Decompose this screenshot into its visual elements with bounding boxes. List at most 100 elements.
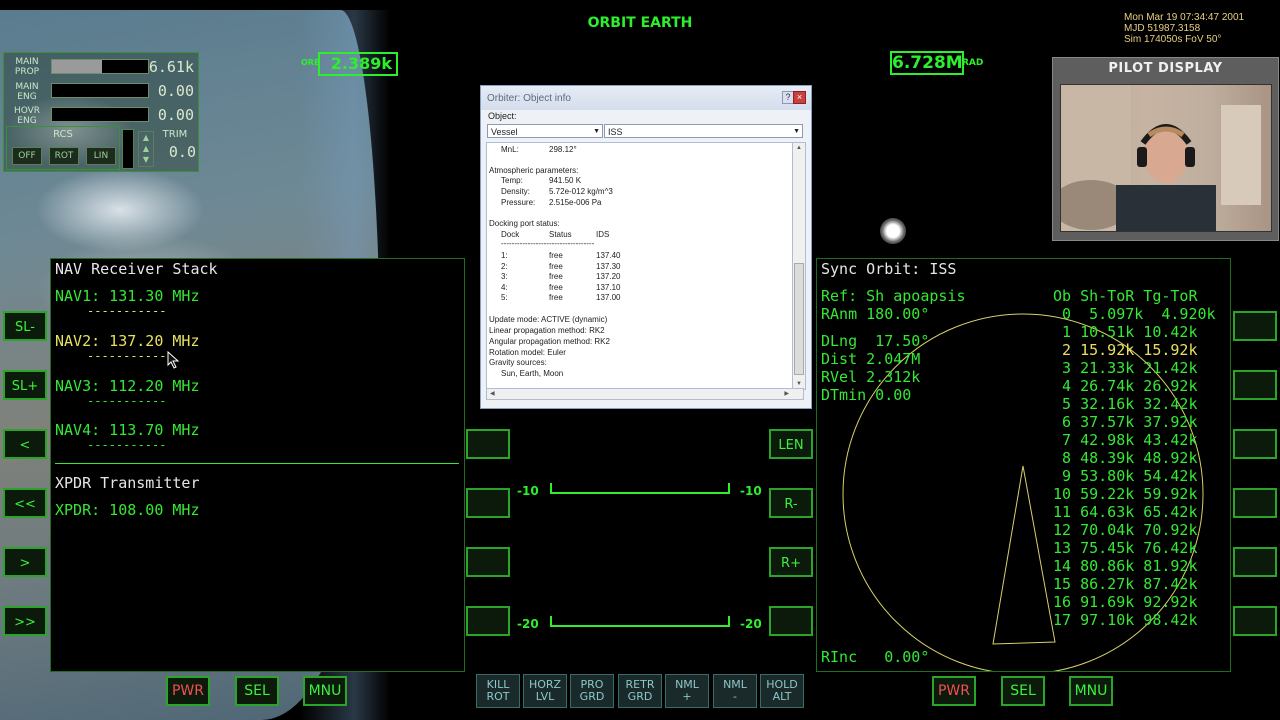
dock-status: free bbox=[549, 261, 563, 271]
sun bbox=[880, 218, 906, 244]
linear-propagation: Linear propagation method: RK2 bbox=[489, 326, 605, 335]
retrograde-button[interactable]: RETR GRD bbox=[618, 674, 662, 708]
next-button[interactable]: > bbox=[3, 547, 47, 577]
dock-status: free bbox=[549, 282, 563, 292]
xpdr-title: XPDR Transmitter bbox=[55, 474, 200, 492]
pitch-neg20-left: -20 bbox=[517, 617, 539, 631]
sl-minus-button[interactable]: SL- bbox=[3, 311, 47, 341]
left-mnu-button[interactable]: MNU bbox=[303, 676, 347, 706]
orbit-table-row: 17 97.10k 98.42k bbox=[1053, 611, 1198, 629]
len-button[interactable]: LEN bbox=[769, 429, 813, 459]
horz-lvl-button[interactable]: HORZ LVL bbox=[523, 674, 567, 708]
nav4-line[interactable]: NAV4: 113.70 MHz bbox=[55, 421, 200, 439]
right-mfd-left-button-6[interactable] bbox=[769, 606, 813, 636]
section-divider bbox=[55, 463, 459, 464]
hovr-eng-label: HOVR ENG bbox=[13, 106, 41, 126]
object-name-select[interactable]: ISS ▼ bbox=[604, 124, 803, 138]
right-mfd-right-button-3[interactable] bbox=[1233, 429, 1277, 459]
normal-minus-button[interactable]: NML - bbox=[713, 674, 757, 708]
rcs-off-button[interactable]: OFF bbox=[12, 147, 42, 165]
vertical-scrollbar[interactable]: ▲ ▼ bbox=[792, 142, 806, 390]
right-mnu-button[interactable]: MNU bbox=[1069, 676, 1113, 706]
orbit-table-row: 11 64.63k 65.42k bbox=[1053, 503, 1198, 521]
nav4-dashes: ----------- bbox=[87, 438, 167, 452]
hold-alt-button[interactable]: HOLD ALT bbox=[760, 674, 804, 708]
next-fast-button[interactable]: >> bbox=[3, 606, 47, 636]
orbit-table-row: 7 42.98k 43.42k bbox=[1053, 431, 1198, 449]
dock-status: free bbox=[549, 251, 563, 260]
rcs-lin-button[interactable]: LIN bbox=[86, 147, 116, 165]
prev-fast-button[interactable]: << bbox=[3, 488, 47, 518]
dock-status: free bbox=[549, 293, 563, 302]
left-sel-button[interactable]: SEL bbox=[235, 676, 279, 706]
retrograde-line2: GRD bbox=[627, 690, 653, 703]
scroll-down-icon[interactable]: ▼ bbox=[794, 381, 804, 387]
pressure-label: Pressure: bbox=[501, 198, 536, 207]
scroll-thumb[interactable] bbox=[794, 263, 804, 375]
horz-lvl-line2: LVL bbox=[535, 690, 555, 703]
left-mfd-right-button-5[interactable] bbox=[466, 547, 510, 577]
pitch-neg10-left: -10 bbox=[517, 484, 539, 498]
left-pwr-button[interactable]: PWR bbox=[166, 676, 210, 706]
pressure-value: 2.515e-006 Pa bbox=[549, 198, 602, 207]
prograde-button[interactable]: PRO GRD bbox=[570, 674, 614, 708]
main-eng-value: 0.00 bbox=[157, 82, 194, 100]
right-mfd-right-button-1[interactable] bbox=[1233, 311, 1277, 341]
r-minus-button[interactable]: R- bbox=[769, 488, 813, 518]
prograde-line2: GRD bbox=[579, 690, 605, 703]
orbit-table-row: 0 5.097k 4.920k bbox=[1053, 305, 1216, 323]
left-mfd-right-button-4[interactable] bbox=[466, 488, 510, 518]
object-type-select[interactable]: Vessel ▼ bbox=[487, 124, 603, 138]
scroll-right-icon[interactable]: ▶ bbox=[784, 390, 789, 397]
orbit-table-row: 13 75.45k 76.42k bbox=[1053, 539, 1198, 557]
right-mfd-right-button-6[interactable] bbox=[1233, 606, 1277, 636]
right-mfd-right-button-4[interactable] bbox=[1233, 488, 1277, 518]
dock-col-ids: IDS bbox=[596, 230, 610, 239]
pitch-line-neg10 bbox=[550, 483, 730, 494]
nav3-line[interactable]: NAV3: 112.20 MHz bbox=[55, 377, 200, 395]
prev-button[interactable]: < bbox=[3, 429, 47, 459]
dock-ids: 137.30 bbox=[596, 261, 621, 271]
mjd-line: MJD 51987.3158 bbox=[1124, 23, 1201, 34]
right-mfd-right-button-5[interactable] bbox=[1233, 547, 1277, 577]
object-label: Object: bbox=[488, 111, 517, 121]
trim-slider[interactable] bbox=[122, 129, 134, 169]
nav2-line[interactable]: NAV2: 137.20 MHz bbox=[55, 332, 200, 350]
right-sel-button[interactable]: SEL bbox=[1001, 676, 1045, 706]
dtmin-line: DTmin 0.00 bbox=[821, 386, 912, 404]
density-label: Density: bbox=[501, 187, 530, 196]
gravity-list: Sun, Earth, Moon bbox=[501, 369, 564, 378]
trim-value: 0.0 bbox=[168, 143, 196, 161]
dialog-titlebar[interactable]: Orbiter: Object info ? × bbox=[481, 86, 811, 110]
dist-line: Dist 2.047M bbox=[821, 350, 921, 368]
rcs-rot-button[interactable]: ROT bbox=[49, 147, 79, 165]
webcam-image bbox=[1061, 85, 1261, 231]
r-plus-button[interactable]: R+ bbox=[769, 547, 813, 577]
kill-rot-button[interactable]: KILL ROT bbox=[476, 674, 520, 708]
right-pwr-button[interactable]: PWR bbox=[932, 676, 976, 706]
left-mfd: NAV Receiver Stack NAV1: 131.30 MHz ----… bbox=[50, 258, 465, 672]
orbit-table-row: 1 10.51k 10.42k bbox=[1053, 323, 1198, 341]
scroll-up-icon[interactable]: ▲ bbox=[794, 145, 804, 151]
ranm-line: RAnm 180.00° bbox=[821, 305, 930, 323]
scroll-left-icon[interactable]: ◀ bbox=[490, 390, 495, 397]
horizontal-scrollbar[interactable]: ◀ ▶ bbox=[486, 388, 804, 400]
webcam-feed bbox=[1060, 84, 1272, 232]
left-mfd-right-button-6[interactable] bbox=[466, 606, 510, 636]
dock-ids: 137.10 bbox=[596, 282, 621, 292]
trim-label: TRIM bbox=[162, 129, 188, 140]
orbit-table-row: 3 21.33k 21.42k bbox=[1053, 359, 1198, 377]
mnl-value: 298.12° bbox=[549, 145, 577, 154]
density-value: 5.72e-012 kg/m^3 bbox=[549, 187, 613, 196]
normal-plus-button[interactable]: NML + bbox=[665, 674, 709, 708]
trim-arrows[interactable]: ▲ ▲ ▼ bbox=[138, 131, 154, 167]
close-icon[interactable]: × bbox=[793, 91, 806, 104]
right-mfd-right-button-2[interactable] bbox=[1233, 370, 1277, 400]
sl-plus-button[interactable]: SL+ bbox=[3, 370, 47, 400]
xpdr-line[interactable]: XPDR: 108.00 MHz bbox=[55, 501, 200, 519]
left-mfd-right-button-3[interactable] bbox=[466, 429, 510, 459]
nav1-line[interactable]: NAV1: 131.30 MHz bbox=[55, 287, 200, 305]
main-eng-label: MAIN ENG bbox=[15, 82, 39, 102]
nav-stack-title: NAV Receiver Stack bbox=[55, 260, 218, 278]
temp-label: Temp: bbox=[501, 176, 523, 185]
